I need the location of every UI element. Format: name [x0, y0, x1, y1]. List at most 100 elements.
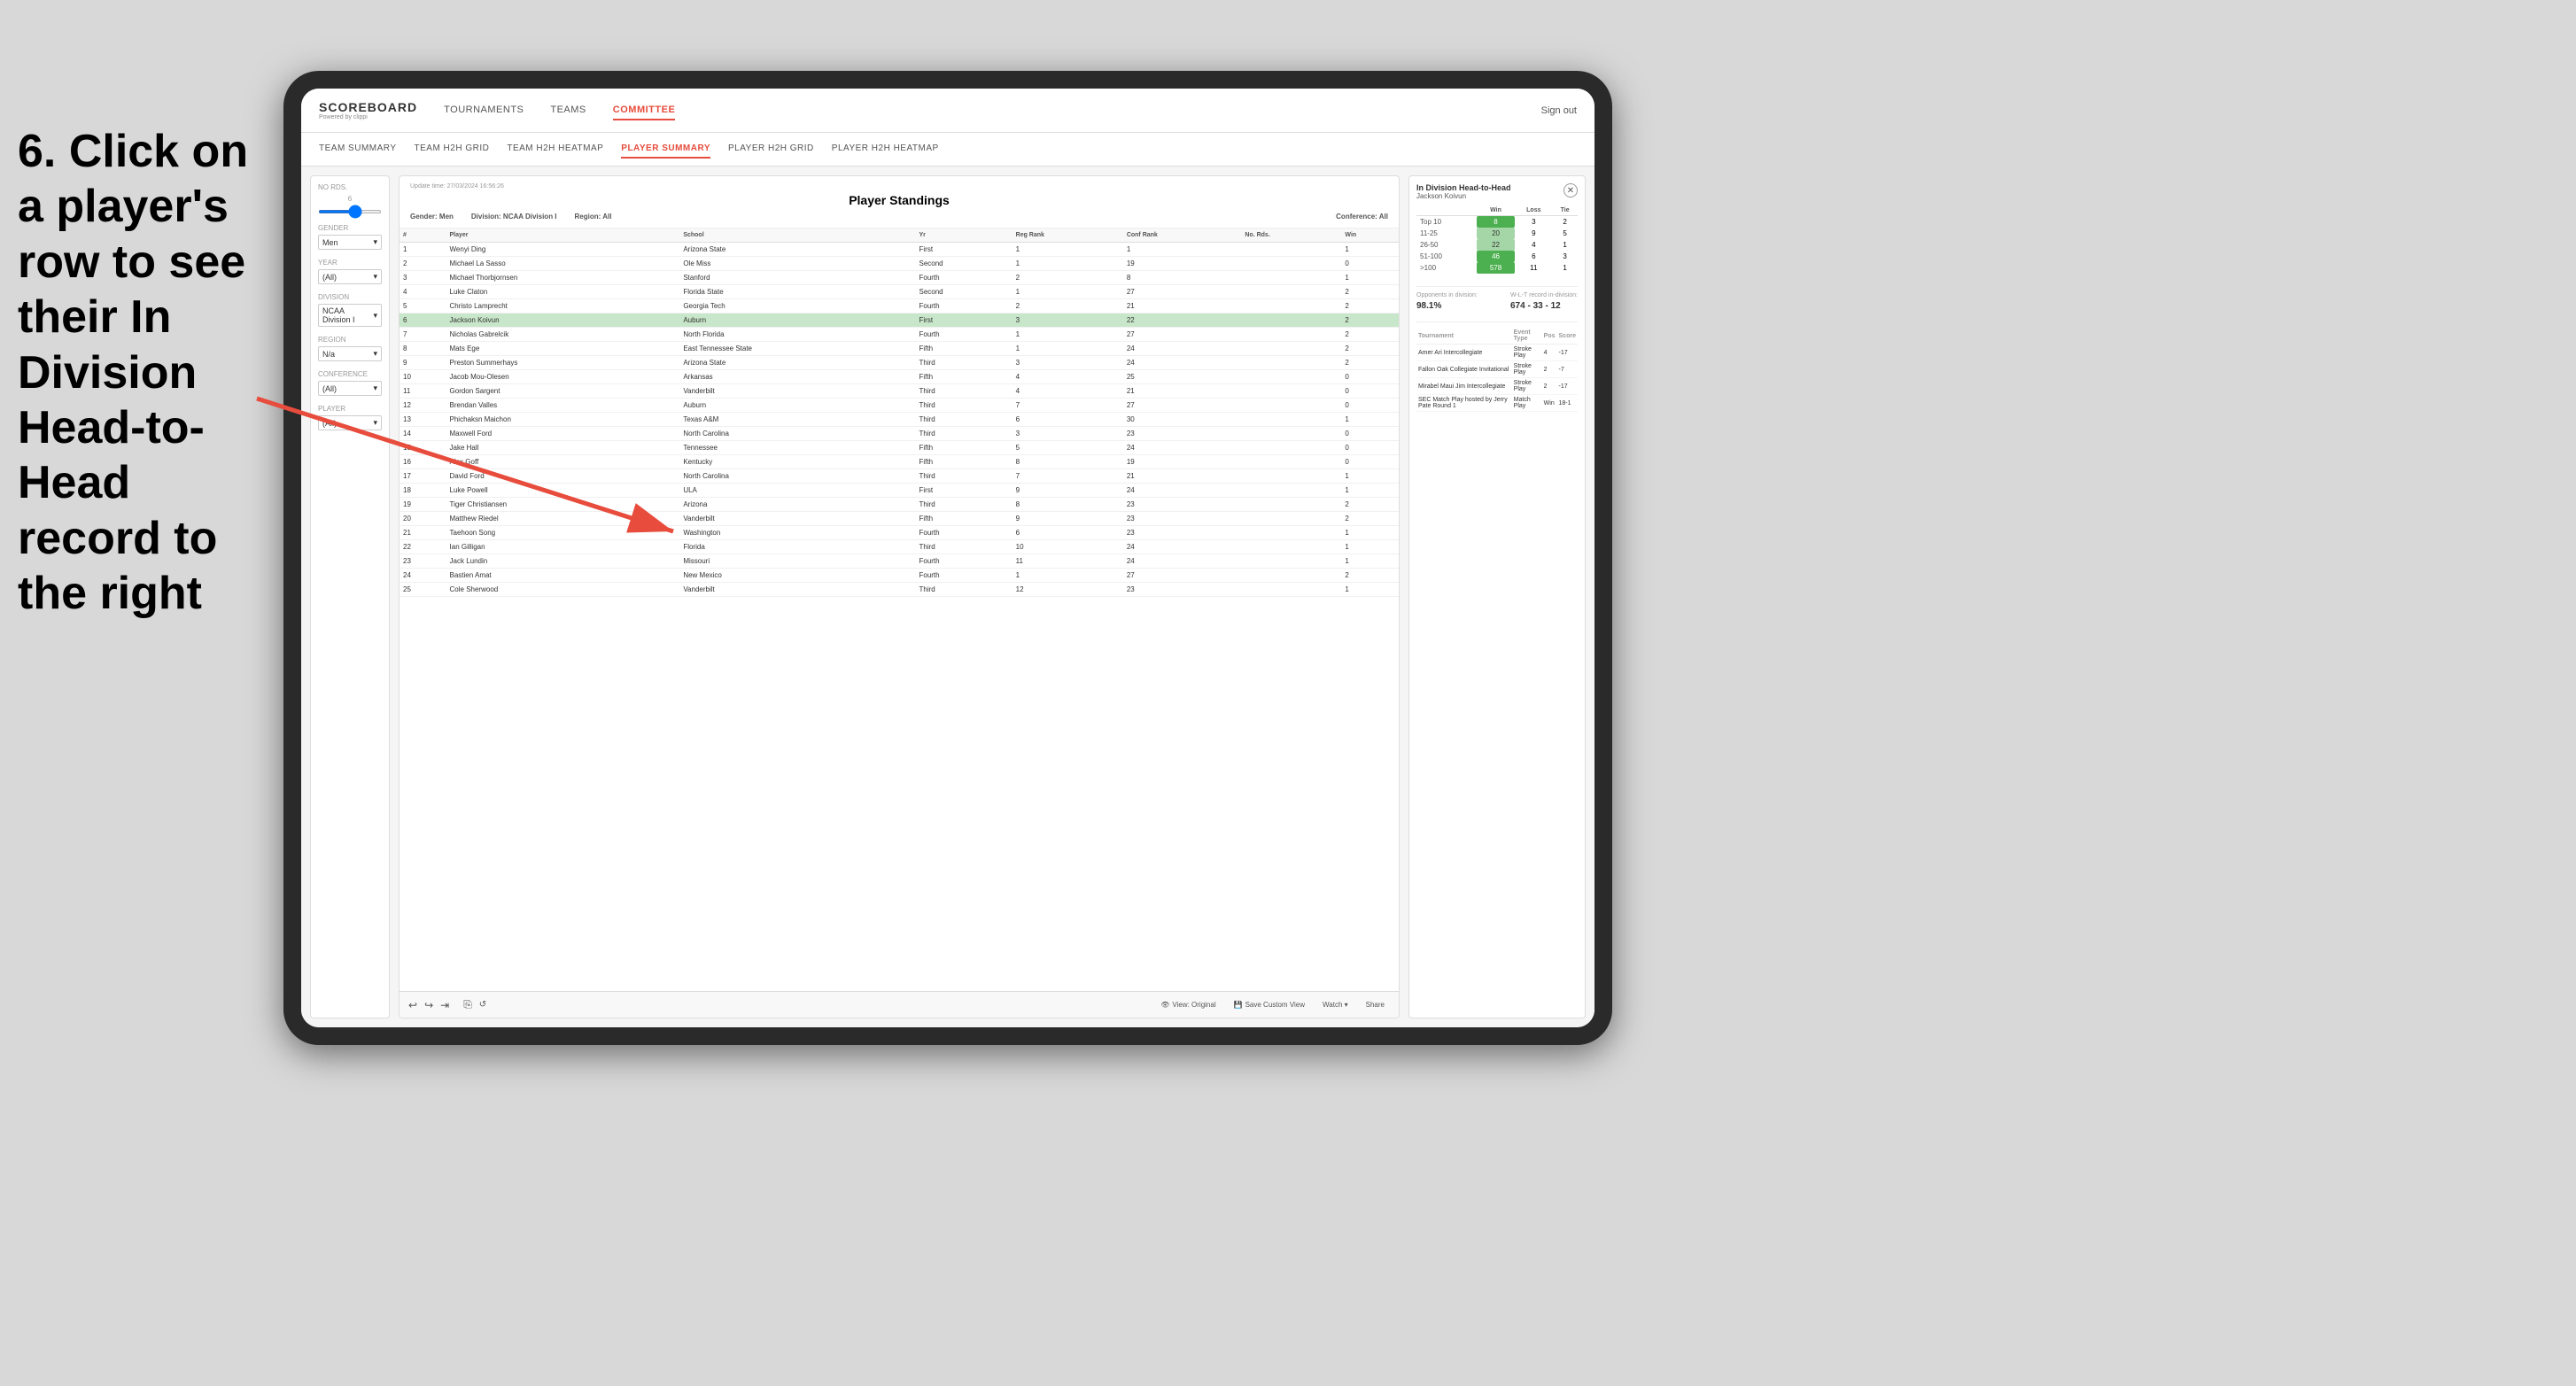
sub-nav-player-summary[interactable]: PLAYER SUMMARY	[621, 140, 710, 159]
forward-btn[interactable]: ⇥	[440, 999, 449, 1011]
filter-year: Year (All) ▾	[318, 259, 382, 284]
stats-row: Opponents in division: 98.1% W-L-T recor…	[1416, 292, 1578, 311]
sign-out-button[interactable]: Sign out	[1541, 105, 1577, 116]
standings-title: Player Standings	[410, 193, 1388, 207]
table-row[interactable]: 19 Tiger Christiansen Arizona Third 8 23…	[400, 498, 1399, 512]
col-pos: Pos	[1542, 328, 1557, 345]
no-rds-slider[interactable]	[318, 210, 382, 213]
table-row[interactable]: 20 Matthew Riedel Vanderbilt Fifth 9 23 …	[400, 512, 1399, 526]
filter-row: Gender: Men Division: NCAA Division I Re…	[410, 213, 1388, 221]
table-row[interactable]: 7 Nicholas Gabrelcik North Florida Fourt…	[400, 328, 1399, 342]
filter-year-label: Year	[318, 259, 382, 267]
save-custom-btn[interactable]: 💾 Save Custom View	[1229, 999, 1310, 1010]
filter-gender: Gender Men ▾	[318, 224, 382, 250]
share-btn[interactable]: Share	[1361, 999, 1390, 1010]
filter-region-value[interactable]: N/a ▾	[318, 346, 382, 361]
table-row[interactable]: 8 Mats Ege East Tennessee State Fifth 1 …	[400, 342, 1399, 356]
h2h-table: Win Loss Tie Top 10 8 3 2 11-25 20 9 5 2…	[1416, 205, 1578, 274]
col-yr: Yr	[915, 228, 1012, 243]
table-row[interactable]: 4 Luke Claton Florida State Second 1 27 …	[400, 285, 1399, 299]
col-no-rds: No. Rds.	[1241, 228, 1341, 243]
standings-header: Update time: 27/03/2024 16:56:26 Player …	[400, 176, 1399, 228]
bottom-toolbar: ↩ ↪ ⇥ ⎘ ↺ 👁 View: Original 💾 Save Custom…	[400, 991, 1399, 1018]
filter-conference-value[interactable]: (All) ▾	[318, 381, 382, 396]
table-row[interactable]: 25 Cole Sherwood Vanderbilt Third 12 23 …	[400, 583, 1399, 597]
table-row[interactable]: 9 Preston Summerhays Arizona State Third…	[400, 356, 1399, 370]
h2h-header: In Division Head-to-Head Jackson Koivun …	[1416, 183, 1578, 200]
col-event-type: Event Type	[1512, 328, 1542, 345]
filter-player-value[interactable]: (All) ▾	[318, 415, 382, 430]
table-row[interactable]: 22 Ian Gilligan Florida Third 10 24 1	[400, 540, 1399, 554]
filter-player: Player (All) ▾	[318, 405, 382, 430]
sub-nav-team-h2h-heatmap[interactable]: TEAM H2H HEATMAP	[507, 140, 603, 159]
col-tournament: Tournament	[1416, 328, 1512, 345]
percentage: 98.1%	[1416, 301, 1478, 311]
table-row[interactable]: 15 Jake Hall Tennessee Fifth 5 24 0	[400, 441, 1399, 455]
main-content: No Rds. 6 Gender Men ▾ Year (All) ▾	[301, 166, 1594, 1027]
center-panel: Update time: 27/03/2024 16:56:26 Player …	[399, 175, 1400, 1018]
logo-subtitle: Powered by clippi	[319, 114, 417, 120]
copy-btn[interactable]: ⎘	[463, 998, 472, 1011]
table-row[interactable]: 23 Jack Lundin Missouri Fourth 11 24 1	[400, 554, 1399, 569]
filter-region-label: Region	[318, 336, 382, 344]
table-row[interactable]: 13 Phichaksn Maichon Texas A&M Third 6 3…	[400, 413, 1399, 427]
top-nav: SCOREBOARD Powered by clippi TOURNAMENTS…	[301, 89, 1594, 133]
table-row[interactable]: 11 Gordon Sargent Vanderbilt Third 4 21 …	[400, 384, 1399, 399]
view-original-btn[interactable]: 👁 View: Original	[1155, 999, 1221, 1010]
col-win: Win	[1341, 228, 1399, 243]
h2h-player: Jackson Koivun	[1416, 192, 1511, 200]
tournament-table: Tournament Event Type Pos Score Amer Ari…	[1416, 328, 1578, 412]
h2h-panel: In Division Head-to-Head Jackson Koivun …	[1408, 175, 1586, 1018]
table-row[interactable]: 5 Christo Lamprecht Georgia Tech Fourth …	[400, 299, 1399, 314]
table-row[interactable]: 16 Alex Goff Kentucky Fifth 8 19 0	[400, 455, 1399, 469]
col-conf-rank: Conf Rank	[1123, 228, 1242, 243]
table-row[interactable]: 24 Bastien Amat New Mexico Fourth 1 27 2	[400, 569, 1399, 583]
sub-nav-team-h2h-grid[interactable]: TEAM H2H GRID	[415, 140, 490, 159]
nav-committee[interactable]: COMMITTEE	[613, 101, 676, 120]
sub-nav-team-summary[interactable]: TEAM SUMMARY	[319, 140, 397, 159]
logo-area: SCOREBOARD Powered by clippi	[319, 100, 417, 120]
table-row[interactable]: 6 Jackson Koivun Auburn First 3 22 2	[400, 314, 1399, 328]
table-row[interactable]: 3 Michael Thorbjornsen Stanford Fourth 2…	[400, 271, 1399, 285]
tablet-frame: SCOREBOARD Powered by clippi TOURNAMENTS…	[283, 71, 1612, 1045]
wlt-label: W-L-T record in-division:	[1510, 292, 1578, 298]
filter-player-label: Player	[318, 405, 382, 413]
filter-division-label: Division	[318, 293, 382, 301]
sub-nav: TEAM SUMMARY TEAM H2H GRID TEAM H2H HEAT…	[301, 133, 1594, 166]
filter-division-value[interactable]: NCAA Division I ▾	[318, 304, 382, 327]
filter-no-rds-label: No Rds.	[318, 183, 382, 191]
logo-title: SCOREBOARD	[319, 100, 417, 114]
nav-tournaments[interactable]: TOURNAMENTS	[444, 101, 524, 120]
redo-btn[interactable]: ↪	[424, 999, 433, 1011]
h2h-row: >100 578 11 1	[1416, 262, 1578, 274]
nav-teams[interactable]: TEAMS	[550, 101, 586, 120]
table-row[interactable]: 12 Brendan Valles Auburn Third 7 27 0	[400, 399, 1399, 413]
sub-nav-player-h2h-heatmap[interactable]: PLAYER H2H HEATMAP	[832, 140, 939, 159]
table-row[interactable]: 14 Maxwell Ford North Carolina Third 3 2…	[400, 427, 1399, 441]
col-player: Player	[446, 228, 680, 243]
table-row[interactable]: 1 Wenyi Ding Arizona State First 1 1 1	[400, 243, 1399, 257]
update-time: Update time: 27/03/2024 16:56:26	[410, 183, 1388, 190]
eye-icon: 👁	[1160, 1001, 1169, 1009]
undo-btn[interactable]: ↩	[408, 999, 417, 1011]
nav-items: TOURNAMENTS TEAMS COMMITTEE	[444, 101, 1541, 120]
tournament-row: SEC Match Play hosted by Jerry Pate Roun…	[1416, 395, 1578, 412]
player-table: # Player School Yr Reg Rank Conf Rank No…	[400, 228, 1399, 991]
filter-no-rds: No Rds. 6	[318, 183, 382, 215]
filter-year-value[interactable]: (All) ▾	[318, 269, 382, 284]
table-row[interactable]: 21 Taehoon Song Washington Fourth 6 23 1	[400, 526, 1399, 540]
table-row[interactable]: 2 Michael La Sasso Ole Miss Second 1 19 …	[400, 257, 1399, 271]
h2h-row: Top 10 8 3 2	[1416, 216, 1578, 228]
watch-btn[interactable]: Watch ▾	[1317, 999, 1354, 1010]
filter-gender-value[interactable]: Men ▾	[318, 235, 382, 250]
save-icon: 💾	[1234, 1001, 1243, 1009]
instruction-text: 6. Click on a player's row to see their …	[0, 106, 275, 639]
col-score: Score	[1557, 328, 1578, 345]
close-button[interactable]: ✕	[1563, 183, 1578, 197]
sub-nav-player-h2h-grid[interactable]: PLAYER H2H GRID	[728, 140, 814, 159]
table-row[interactable]: 18 Luke Powell ULA First 9 24 1	[400, 484, 1399, 498]
table-row[interactable]: 10 Jacob Mou-Olesen Arkansas Fifth 4 25 …	[400, 370, 1399, 384]
table-row[interactable]: 17 David Ford North Carolina Third 7 21 …	[400, 469, 1399, 484]
reset-btn[interactable]: ↺	[479, 1000, 486, 1010]
h2h-row: 11-25 20 9 5	[1416, 228, 1578, 239]
